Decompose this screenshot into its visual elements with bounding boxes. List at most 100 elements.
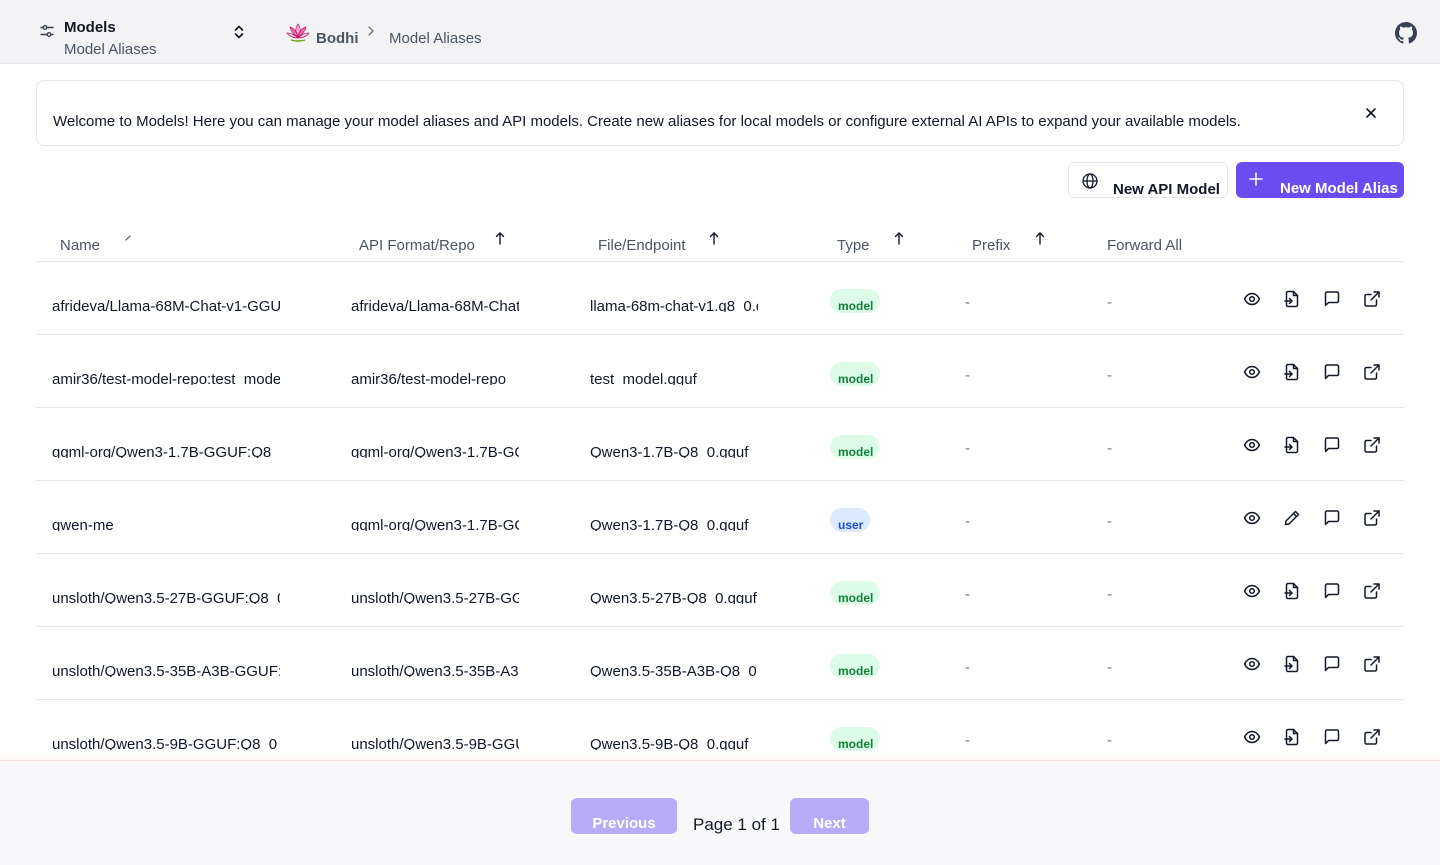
type-badge: model [830,435,880,459]
forward-all-value: - [1107,732,1112,749]
model-name: unsloth/Qwen3.5-27B-GGUF:Q8_0 [52,590,280,604]
model-file: Qwen3.5-9B-Q8_0.gguf [590,736,749,750]
section-switcher[interactable]: Models Model Aliases [36,14,252,58]
model-name: amir36/test-model-repo:test_model [52,371,280,385]
plus-icon [1249,172,1263,186]
pagination-bar: Previous Page 1 of 1 Next [0,760,1440,865]
new-model-alias-button[interactable]: New Model Alias [1236,162,1404,198]
column-header-file-endpoint[interactable]: File/Endpoint [598,237,686,254]
column-header-prefix[interactable]: Prefix [972,237,1010,254]
globe-icon [1082,173,1098,189]
model-file: llama-68m-chat-v1.q8_0.gguf [590,298,758,312]
welcome-banner-text: Welcome to Models! Here you can manage y… [53,113,1241,130]
chevrons-up-down-icon [234,25,244,39]
table-row: ggml-org/Qwen3-1.7B-GGUF:Q8_0 ggml-org/Qw… [36,408,1404,481]
file-import-icon [1284,363,1299,381]
sort-arrow-up-icon[interactable] [1035,231,1045,245]
view-button[interactable] [1243,728,1261,746]
model-repo: unsloth/Qwen3.5-35B-A3B-GGUF [351,663,519,677]
type-badge: model [830,362,880,386]
model-name: qwen-me [52,517,114,531]
sort-indicator-icon[interactable] [124,234,132,242]
message-square-icon [1324,656,1340,672]
chat-button[interactable] [1323,290,1341,308]
external-link-icon [1364,510,1380,526]
column-header-forward-all: Forward All [1107,237,1183,254]
create-alias-button[interactable] [1283,363,1301,381]
column-header-api-format-repo[interactable]: API Format/Repo [359,237,475,254]
model-file: Qwen3-1.7B-Q8_0.gguf [590,517,749,531]
open-external-button[interactable] [1363,436,1381,454]
breadcrumb-home-link[interactable]: Bodhi [316,30,359,47]
edit-button[interactable] [1283,509,1301,527]
view-button[interactable] [1243,509,1261,527]
view-button[interactable] [1243,290,1261,308]
forward-all-value: - [1107,659,1112,676]
external-link-icon [1364,364,1380,380]
sort-arrow-up-icon[interactable] [709,231,719,245]
view-button[interactable] [1243,363,1261,381]
view-button[interactable] [1243,436,1261,454]
open-external-button[interactable] [1363,509,1381,527]
open-external-button[interactable] [1363,363,1381,381]
model-repo: ggml-org/Qwen3-1.7B-GGUF [351,517,519,531]
message-square-icon [1324,510,1340,526]
forward-all-value: - [1107,367,1112,384]
open-external-button[interactable] [1363,582,1381,600]
new-api-model-button[interactable]: New API Model [1068,162,1228,198]
view-button[interactable] [1243,655,1261,673]
open-external-button[interactable] [1363,655,1381,673]
eye-icon [1243,584,1261,598]
type-badge: user [830,508,870,532]
prefix-value: - [965,367,970,384]
eye-icon [1243,657,1261,671]
chat-button[interactable] [1323,436,1341,454]
chat-button[interactable] [1323,728,1341,746]
section-title: Models [64,19,116,36]
forward-all-value: - [1107,586,1112,603]
model-repo: unsloth/Qwen3.5-27B-GGUF [351,590,519,604]
create-alias-button[interactable] [1283,582,1301,600]
column-header-type[interactable]: Type [837,237,870,254]
create-alias-button[interactable] [1283,290,1301,308]
chat-button[interactable] [1323,509,1341,527]
eye-icon [1243,365,1261,379]
table-row: unsloth/Qwen3.5-27B-GGUF:Q8_0 unsloth/Qwe… [36,554,1404,627]
chat-button[interactable] [1323,363,1341,381]
previous-page-button[interactable]: Previous [571,798,677,834]
new-model-alias-label: New Model Alias [1280,180,1398,197]
chat-button[interactable] [1323,655,1341,673]
model-file: Qwen3.5-27B-Q8_0.gguf [590,590,757,604]
model-repo: ggml-org/Qwen3-1.7B-GGUF [351,444,519,458]
next-page-button[interactable]: Next [790,798,869,834]
pencil-icon [1284,510,1300,526]
message-square-icon [1324,291,1340,307]
app-header: Models Model Aliases Bodhi Model Aliases [0,0,1440,64]
view-button[interactable] [1243,582,1261,600]
type-badge: model [830,581,880,605]
github-icon[interactable] [1395,22,1417,44]
breadcrumb-current: Model Aliases [389,30,482,47]
model-repo: unsloth/Qwen3.5-9B-GGUF [351,736,519,750]
create-alias-button[interactable] [1283,655,1301,673]
forward-all-value: - [1107,294,1112,311]
file-import-icon [1284,290,1299,308]
chat-button[interactable] [1323,582,1341,600]
external-link-icon [1364,656,1380,672]
welcome-banner: Welcome to Models! Here you can manage y… [36,80,1404,146]
create-alias-button[interactable] [1283,728,1301,746]
section-subtitle: Model Aliases [64,41,157,58]
eye-icon [1243,292,1261,306]
type-badge: model [830,727,880,751]
sort-arrow-up-icon[interactable] [495,231,505,245]
prefix-value: - [965,294,970,311]
file-import-icon [1284,655,1299,673]
prefix-value: - [965,586,970,603]
create-alias-button[interactable] [1283,436,1301,454]
sort-arrow-up-icon[interactable] [894,231,904,245]
new-api-model-label: New API Model [1113,181,1220,198]
open-external-button[interactable] [1363,728,1381,746]
column-header-name[interactable]: Name [60,237,100,254]
open-external-button[interactable] [1363,290,1381,308]
close-icon[interactable] [1363,105,1379,121]
